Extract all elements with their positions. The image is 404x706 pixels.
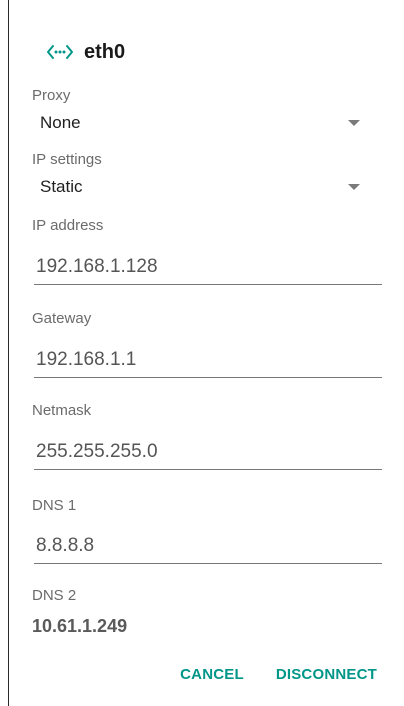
ip-settings-label: IP settings xyxy=(32,151,102,168)
gateway-label: Gateway xyxy=(32,310,92,327)
ip-address-field[interactable] xyxy=(34,250,382,285)
ip-settings-dropdown[interactable]: Static xyxy=(40,174,365,200)
ethernet-arrows-icon xyxy=(46,42,74,62)
disconnect-button[interactable]: DISCONNECT xyxy=(276,666,377,683)
gateway-input[interactable] xyxy=(36,349,382,371)
dialog-left-edge xyxy=(8,0,9,706)
ethernet-settings-dialog: eth0 Proxy None IP settings Static IP ad… xyxy=(0,0,404,706)
dns1-input[interactable] xyxy=(36,535,382,557)
proxy-selected-value: None xyxy=(40,113,81,132)
netmask-input[interactable] xyxy=(36,441,382,463)
gateway-field[interactable] xyxy=(34,343,382,378)
dns1-label: DNS 1 xyxy=(32,497,77,514)
dns2-value: 10.61.1.249 xyxy=(32,616,128,636)
dialog-header: eth0 xyxy=(46,38,125,66)
dns2-label: DNS 2 xyxy=(32,587,77,604)
proxy-dropdown[interactable]: None xyxy=(40,110,365,136)
chevron-down-icon xyxy=(348,120,360,126)
ip-address-label: IP address xyxy=(32,217,104,234)
proxy-label: Proxy xyxy=(32,87,71,104)
dialog-actions: CANCEL DISCONNECT xyxy=(180,666,377,683)
chevron-down-icon xyxy=(348,184,360,190)
dialog-title: eth0 xyxy=(84,40,126,63)
dns1-field[interactable] xyxy=(34,529,382,564)
ip-settings-selected-value: Static xyxy=(40,177,83,196)
netmask-field[interactable] xyxy=(34,435,382,470)
netmask-label: Netmask xyxy=(32,402,92,419)
ip-address-input[interactable] xyxy=(36,256,382,278)
cancel-button[interactable]: CANCEL xyxy=(180,666,244,683)
